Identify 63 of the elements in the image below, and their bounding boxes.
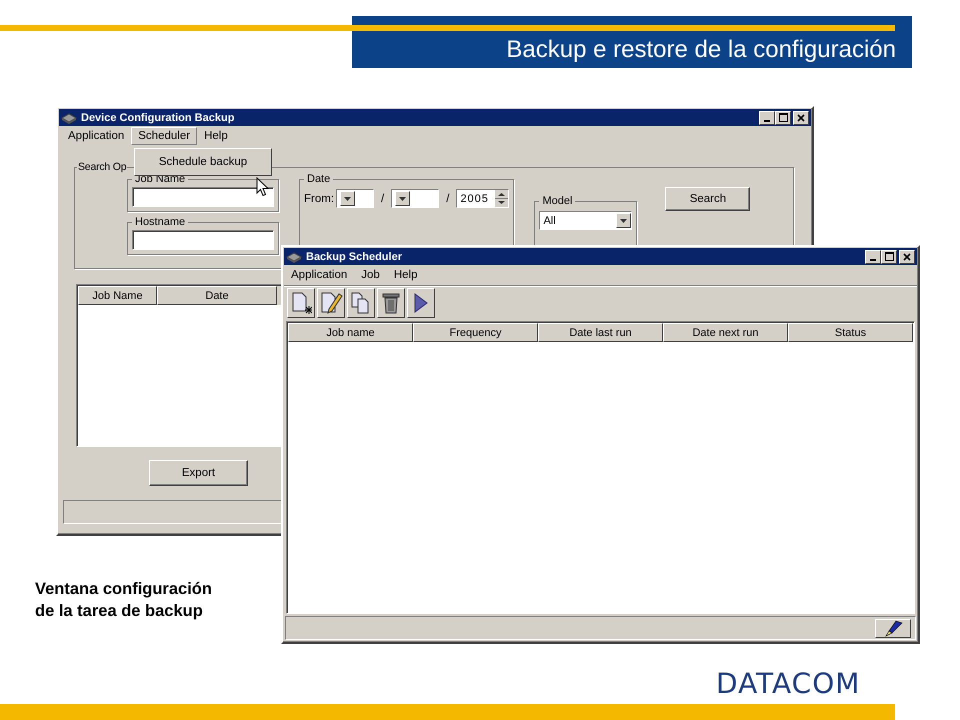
column-header[interactable]: Job name (288, 323, 413, 342)
window-title: Device Configuration Backup (81, 112, 236, 124)
caret-icon (620, 218, 628, 222)
group-label: Date (306, 173, 332, 185)
menu-item[interactable]: Help (197, 127, 235, 145)
caption-text: Ventana configuración de la tarea de backup (35, 579, 212, 622)
group-label: Search Op (77, 161, 128, 173)
day-dropdown[interactable] (336, 189, 374, 208)
spinner-arrows-icon (495, 190, 508, 207)
device-icon (286, 250, 302, 262)
window-title: Backup Scheduler (306, 250, 403, 262)
menu-item[interactable]: Application (284, 266, 354, 284)
caret-icon (344, 196, 352, 200)
trash-icon (381, 291, 401, 315)
minimize-button[interactable] (759, 110, 775, 124)
menu-item[interactable]: Scheduler (131, 127, 198, 145)
maximize-button[interactable] (775, 110, 791, 124)
year-spinner[interactable]: 2005 (456, 189, 510, 208)
toolbar-button[interactable] (377, 288, 405, 318)
close-icon (903, 252, 911, 260)
slide-title: Backup e restore de la configuración (506, 36, 896, 64)
column-header[interactable]: Date next run (663, 323, 788, 342)
input-field[interactable] (132, 187, 274, 207)
export-button[interactable]: Export (149, 460, 248, 486)
column-header[interactable]: Date (157, 286, 277, 305)
close-icon (797, 114, 805, 122)
close-button[interactable] (793, 110, 809, 124)
edit-document-icon (319, 291, 343, 315)
maximize-icon (778, 113, 788, 122)
minimize-icon (764, 120, 770, 122)
input-field[interactable] (132, 230, 274, 250)
toolbar-button[interactable] (407, 288, 435, 318)
caret-icon (399, 196, 406, 200)
menu-item[interactable]: Schedule backup (158, 156, 248, 168)
play-icon (414, 293, 428, 313)
month-dropdown[interactable] (391, 189, 440, 208)
column-header[interactable]: Status (788, 323, 913, 342)
minimize-icon (870, 258, 876, 260)
date-separator: / (446, 192, 450, 204)
logo-text: DATACOM (716, 667, 860, 700)
minimize-button[interactable] (865, 250, 881, 264)
menu-item[interactable]: Help (386, 266, 424, 284)
status-button[interactable] (875, 618, 911, 638)
from-label: From: (304, 192, 334, 204)
pen-icon (883, 620, 903, 636)
column-header[interactable]: Job Name (78, 286, 157, 305)
group-label: Hostname (134, 216, 186, 228)
maximize-icon (884, 252, 894, 261)
model-dropdown[interactable]: All (539, 211, 632, 230)
maximize-button[interactable] (881, 250, 897, 264)
new-document-icon (290, 291, 312, 315)
column-header[interactable]: Date last run (538, 323, 663, 342)
close-button[interactable] (899, 250, 915, 264)
search-button[interactable]: Search (665, 187, 750, 211)
menu-item[interactable]: Job (354, 266, 387, 284)
toolbar-button[interactable] (347, 288, 375, 318)
toolbar-button[interactable] (287, 288, 315, 318)
menu-item[interactable]: Application (61, 127, 132, 145)
group-label: Model (541, 195, 574, 207)
column-header[interactable]: Frequency (413, 323, 538, 342)
device-icon (61, 112, 77, 124)
toolbar-button[interactable] (317, 288, 345, 318)
date-separator: / (381, 192, 384, 204)
